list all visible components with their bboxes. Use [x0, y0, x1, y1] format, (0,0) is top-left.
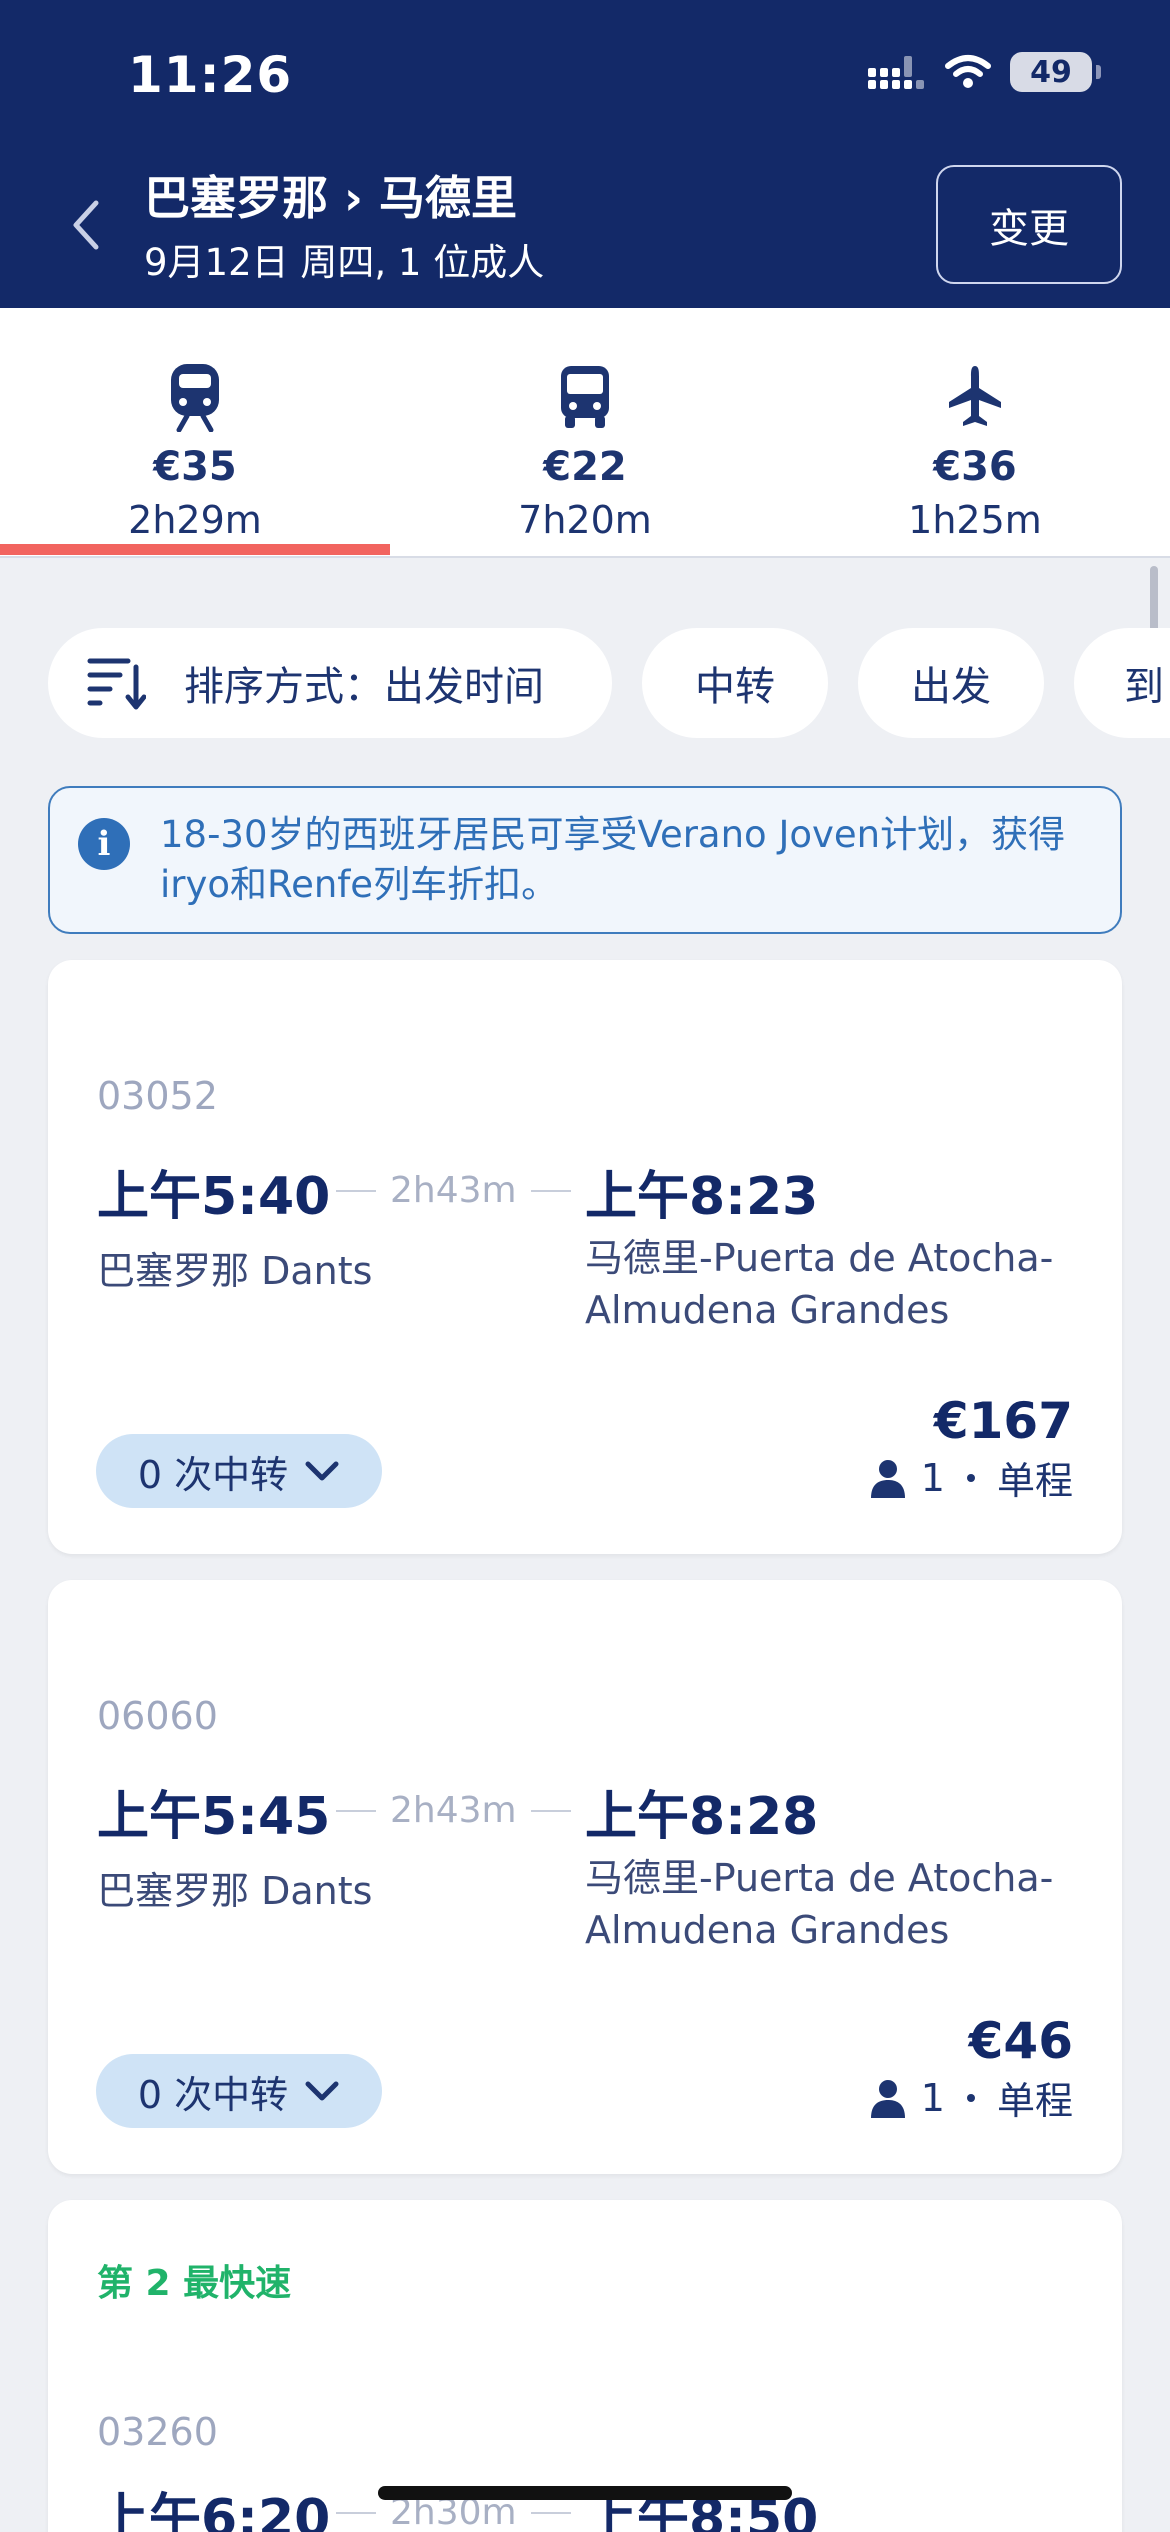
- trip-duration: 2h43m: [336, 1170, 571, 1211]
- departure-time: 上午5:45: [97, 1787, 331, 1847]
- sort-icon: [87, 658, 146, 710]
- arrival-time: 上午8:28: [585, 1787, 819, 1847]
- fare-price: €46: [968, 2012, 1073, 2070]
- info-banner[interactable]: i 18-30岁的西班牙居民可享受Verano Joven计划，获得iryo和R…: [48, 786, 1122, 934]
- train-price: €35: [153, 444, 237, 490]
- arrival-station: 马德里-Puerta de Atocha-Almudena Grandes: [585, 1236, 1054, 1332]
- chevron-left-icon: [73, 200, 99, 250]
- plane-price: €36: [933, 444, 1017, 490]
- info-text: 18-30岁的西班牙居民可享受Verano Joven计划，获得iryo和Ren…: [160, 813, 1066, 906]
- departure-station: 巴塞罗那 Dants: [97, 1249, 373, 1293]
- back-button[interactable]: [60, 190, 110, 260]
- wifi-icon: [945, 55, 991, 88]
- arrival-station: 马德里-Puerta de Atocha-Almudena Grandes: [585, 1856, 1054, 1952]
- route-subtitle: 9月12日 周四, 1 位成人: [144, 241, 545, 284]
- departure-time: 上午5:40: [97, 1167, 331, 1227]
- fastest-badge: 第 2 最快速: [97, 2263, 292, 2304]
- home-indicator[interactable]: [378, 2486, 792, 2500]
- transfers-dropdown[interactable]: 0 次中转: [96, 2054, 382, 2128]
- status-icons: 49: [868, 52, 1101, 92]
- departure-filter-chip[interactable]: 出发: [858, 628, 1044, 738]
- person-icon: [870, 1459, 905, 1498]
- train-number: 03052: [97, 1074, 218, 1118]
- train-number: 06060: [97, 1694, 218, 1738]
- fare-price: €167: [933, 1392, 1073, 1450]
- chevron-down-icon: [305, 1461, 339, 1481]
- transport-mode-tabs: €35 2h29m €22 7h20m €36 1h25m: [0, 308, 1170, 558]
- train-duration: 2h29m: [128, 498, 262, 542]
- battery-indicator: 49: [1010, 52, 1101, 92]
- arrival-time: 上午8:23: [585, 1167, 819, 1227]
- result-card[interactable]: 06060 上午5:45 2h43m 上午8:28 巴塞罗那 Dants 马德里…: [48, 1580, 1122, 2174]
- arrival-filter-chip[interactable]: 到: [1074, 628, 1170, 738]
- chevron-down-icon: [305, 2081, 339, 2101]
- passenger-info: 1 单程: [869, 1450, 1073, 1505]
- tab-bus[interactable]: €22 7h20m: [390, 308, 780, 556]
- result-card[interactable]: 03052 上午5:40 2h43m 上午8:23 巴塞罗那 Dants 马德里…: [48, 960, 1122, 1554]
- plane-icon: [949, 366, 1001, 426]
- route-title: 巴塞罗那 › 马德里: [144, 171, 517, 225]
- selected-tab-indicator: [0, 544, 390, 555]
- departure-time: 上午6:20: [97, 2489, 331, 2532]
- transfers-dropdown[interactable]: 0 次中转: [96, 1434, 382, 1508]
- trip-duration: 2h43m: [336, 1790, 571, 1831]
- cellular-signal-icon: [868, 56, 924, 89]
- status-time: 11:26: [128, 46, 293, 104]
- transfer-filter-chip[interactable]: 中转: [642, 628, 828, 738]
- train-icon: [171, 364, 219, 432]
- tab-plane[interactable]: €36 1h25m: [780, 308, 1170, 556]
- change-search-button[interactable]: 变更: [936, 165, 1122, 284]
- arrival-time: 上午8:50: [585, 2489, 819, 2532]
- sort-chip[interactable]: 排序方式：出发时间: [48, 628, 612, 738]
- tab-train[interactable]: €35 2h29m: [0, 308, 390, 556]
- sort-label: 排序方式：出发时间: [184, 664, 544, 710]
- bus-duration: 7h20m: [518, 498, 652, 542]
- bus-price: €22: [543, 444, 627, 490]
- passenger-info: 1 单程: [869, 2070, 1073, 2125]
- person-icon: [870, 2079, 905, 2118]
- bus-icon: [561, 366, 609, 428]
- departure-station: 巴塞罗那 Dants: [97, 1869, 373, 1913]
- result-card[interactable]: 第 2 最快速 03260 上午6:20 2h30m 上午8:50: [48, 2200, 1122, 2532]
- app-header: 11:26 49 巴塞罗那 › 马德里 9月12日 周四, 1 位成人 变更: [0, 0, 1170, 308]
- train-number: 03260: [97, 2410, 218, 2454]
- info-icon: i: [78, 818, 130, 870]
- plane-duration: 1h25m: [908, 498, 1042, 542]
